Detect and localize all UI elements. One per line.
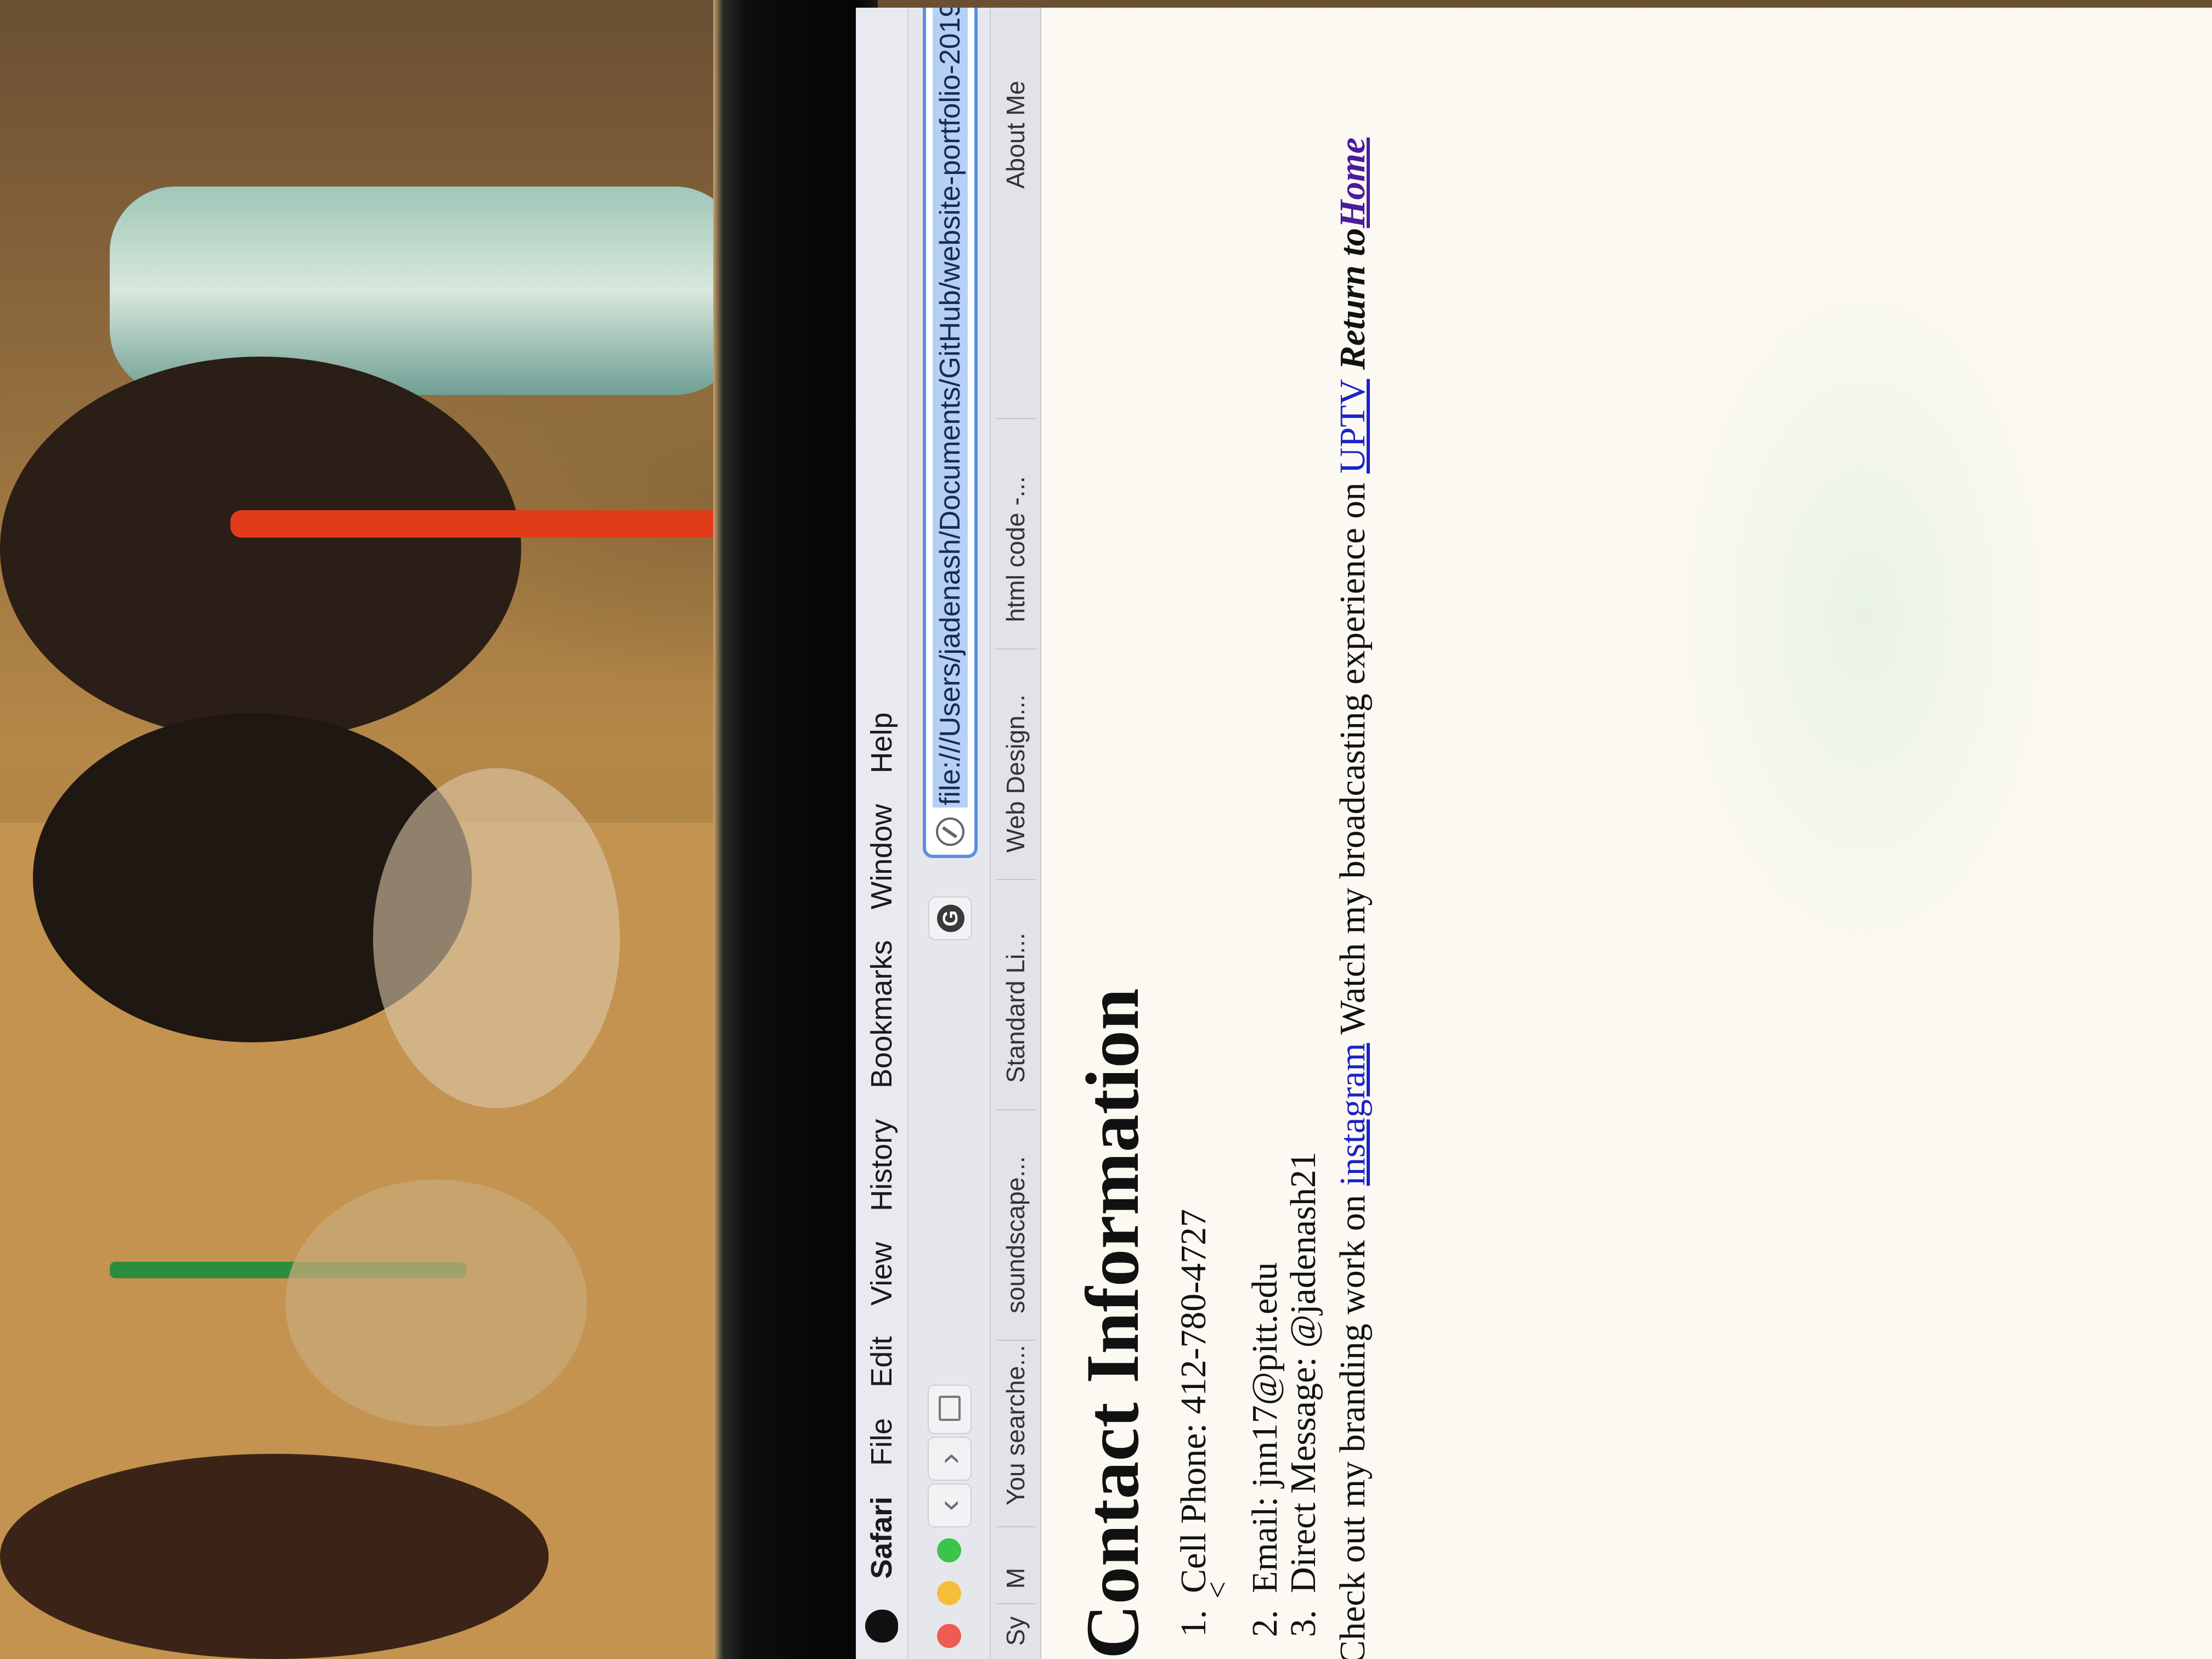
menu-app-name[interactable]: Safari bbox=[865, 1497, 899, 1579]
favorite-divider bbox=[996, 1603, 1036, 1604]
address-bar-url[interactable]: file:///Users/jadenash/Documents/GitHub/… bbox=[933, 8, 968, 808]
sidebar-toggle-button[interactable] bbox=[928, 1385, 972, 1434]
menu-edit[interactable]: Edit bbox=[865, 1336, 899, 1387]
apple-icon[interactable] bbox=[865, 1610, 898, 1643]
favorite-divider bbox=[996, 1340, 1036, 1341]
menu-bar: Safari File Edit View History Bookmarks … bbox=[856, 8, 909, 1659]
contact-dm: 3. Direct Message: @jadenash21 bbox=[1283, 1152, 1324, 1637]
return-text: Return to bbox=[1333, 228, 1373, 379]
close-window-button[interactable] bbox=[937, 1624, 961, 1648]
favorite-item[interactable]: Standard Li... bbox=[1001, 933, 1030, 1083]
footer-text: Watch my broadcasting experience on bbox=[1333, 473, 1373, 1043]
favorite-divider bbox=[996, 1109, 1036, 1110]
laptop-screen: Safari File Edit View History Bookmarks … bbox=[856, 8, 2212, 1659]
sidebar-icon bbox=[939, 1396, 961, 1421]
footer-text: Check out my branding work on bbox=[1333, 1186, 1373, 1659]
forward-button[interactable]: › bbox=[928, 1437, 972, 1481]
list-number: 2. bbox=[1245, 1610, 1285, 1638]
favorite-item[interactable]: html code -... bbox=[1001, 476, 1030, 622]
favorite-item[interactable]: Web Design... bbox=[1001, 695, 1030, 853]
contact-phone-text: Cell Phone: 412-780-4727 bbox=[1173, 1209, 1214, 1593]
laptop-bezel bbox=[713, 0, 878, 1659]
zoom-window-button[interactable] bbox=[937, 1538, 961, 1562]
minimize-window-button[interactable] bbox=[937, 1581, 961, 1605]
contact-email: 2. Email: jnn17@pitt.edu bbox=[1244, 1262, 1286, 1637]
favorite-divider bbox=[996, 648, 1036, 650]
menu-view[interactable]: View bbox=[865, 1242, 899, 1306]
menu-bookmarks[interactable]: Bookmarks bbox=[865, 940, 899, 1088]
menu-help[interactable]: Help bbox=[865, 713, 899, 774]
list-number: 3. bbox=[1283, 1610, 1323, 1638]
uptv-link[interactable]: UPTV bbox=[1333, 379, 1373, 473]
contact-dm-text: Direct Message: @jadenash21 bbox=[1283, 1152, 1323, 1593]
favorite-divider bbox=[996, 418, 1036, 419]
grammarly-extension-button[interactable]: G bbox=[928, 896, 972, 940]
menu-history[interactable]: History bbox=[865, 1119, 899, 1211]
straw-red bbox=[230, 510, 724, 538]
clear-cup bbox=[373, 768, 620, 1108]
instagram-link[interactable]: instagram bbox=[1333, 1043, 1373, 1186]
person-dark-shape bbox=[0, 357, 521, 741]
favorite-item[interactable]: soundscape... bbox=[1001, 1156, 1030, 1313]
favorite-item[interactable]: About Me bbox=[1001, 81, 1030, 189]
menu-file[interactable]: File bbox=[865, 1418, 899, 1466]
address-bar[interactable]: file:///Users/jadenash/Documents/GitHub/… bbox=[923, 8, 978, 858]
favorite-item[interactable]: Sy bbox=[1001, 1616, 1030, 1646]
contact-phone: 1. Cell Phone: 412-780-4727 bbox=[1173, 1209, 1215, 1637]
footer-line: Check out my branding work on instagram … bbox=[1332, 138, 1374, 1659]
stray-character: < bbox=[1201, 1581, 1235, 1599]
contact-email-text: Email: jnn17@pitt.edu bbox=[1245, 1262, 1285, 1593]
menu-window[interactable]: Window bbox=[865, 804, 899, 910]
list-number: 1. bbox=[1173, 1610, 1214, 1638]
compass-icon bbox=[936, 817, 964, 846]
favorite-divider bbox=[996, 1526, 1036, 1527]
grammarly-icon: G bbox=[937, 905, 964, 932]
coffee-cup bbox=[285, 1180, 587, 1426]
page-title: Contact Information bbox=[1070, 988, 1154, 1659]
web-page-content: Contact Information 1. Cell Phone: 412-78… bbox=[1041, 8, 2212, 1659]
favorite-item[interactable]: M bbox=[1001, 1568, 1030, 1589]
favorite-divider bbox=[996, 879, 1036, 880]
browser-toolbar: ‹ › G file:///Users/jadenash/Documents/G… bbox=[909, 8, 991, 1659]
person-bottom bbox=[0, 1454, 549, 1659]
back-button[interactable]: ‹ bbox=[928, 1483, 972, 1527]
favorites-bar: Sy M You searche... soundscape... Standa… bbox=[991, 8, 1041, 1659]
home-link[interactable]: Home bbox=[1333, 138, 1373, 228]
favorite-item[interactable]: You searche... bbox=[1001, 1345, 1030, 1505]
